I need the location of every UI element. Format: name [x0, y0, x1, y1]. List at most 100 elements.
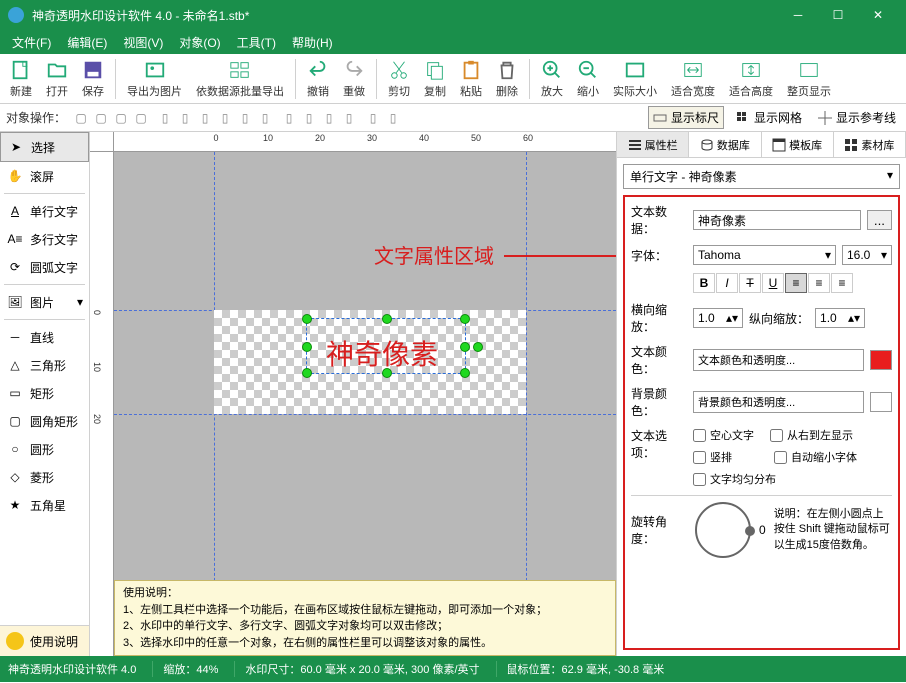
underline-button[interactable]: U [762, 273, 784, 293]
align-left-icon[interactable]: ▯ [156, 109, 174, 127]
menu-help[interactable]: 帮助(H) [284, 32, 341, 53]
line-tool[interactable]: ─直线 [0, 323, 89, 351]
ungroup-icon[interactable]: ▯ [384, 109, 402, 127]
help-button[interactable]: 使用说明 [0, 625, 89, 656]
textcolor-button[interactable]: 文本颜色和透明度... [693, 349, 864, 371]
hollow-text-check[interactable]: 空心文字 [693, 427, 754, 443]
layer-up-icon[interactable]: ▢ [72, 109, 90, 127]
fit-page-button[interactable]: 整页显示 [781, 57, 837, 101]
text-data-browse[interactable]: ... [867, 210, 892, 230]
vscale-input[interactable]: 1.0▴▾ [815, 308, 865, 328]
object-selector[interactable]: 单行文字 - 神奇像素▾ [623, 164, 900, 189]
open-button[interactable]: 打开 [40, 57, 74, 101]
fit-width-button[interactable]: 适合宽度 [665, 57, 721, 101]
resize-handle[interactable] [302, 368, 312, 378]
circle-tool[interactable]: ○圆形 [0, 435, 89, 463]
menu-edit[interactable]: 编辑(E) [59, 32, 115, 53]
font-select[interactable]: Tahoma▾ [693, 245, 836, 265]
cut-button[interactable]: 剪切 [382, 57, 416, 101]
align-right-button[interactable]: ≡ [831, 273, 853, 293]
align-right-icon[interactable]: ▯ [196, 109, 214, 127]
menu-object[interactable]: 对象(O) [171, 32, 228, 53]
star-tool[interactable]: ★五角星 [0, 491, 89, 519]
horizontal-ruler: 0 10 20 30 40 50 60 [114, 132, 616, 152]
resize-handle[interactable] [460, 342, 470, 352]
canvas-area[interactable]: 0 10 20 30 40 50 60 0 10 20 神奇像素 [90, 132, 616, 656]
selection-box[interactable] [306, 318, 466, 374]
align-bottom-icon[interactable]: ▯ [256, 109, 274, 127]
tab-database[interactable]: 数据库 [689, 132, 761, 157]
diamond-tool[interactable]: ◇菱形 [0, 463, 89, 491]
resize-handle[interactable] [382, 368, 392, 378]
pan-tool[interactable]: ✋滚屏 [0, 162, 89, 190]
align-center-icon[interactable]: ▯ [176, 109, 194, 127]
actual-size-button[interactable]: 实际大小 [607, 57, 663, 101]
bgcolor-button[interactable]: 背景颜色和透明度... [693, 391, 864, 413]
textcolor-swatch[interactable] [870, 350, 892, 370]
redo-button[interactable]: 重做 [337, 57, 371, 101]
menu-view[interactable]: 视图(V) [115, 32, 171, 53]
maximize-button[interactable]: ☐ [818, 0, 858, 30]
delete-button[interactable]: 删除 [490, 57, 524, 101]
tab-properties[interactable]: 属性栏 [617, 132, 689, 157]
batch-export-button[interactable]: 依数据源批量导出 [190, 57, 290, 101]
rect-tool[interactable]: ▭矩形 [0, 379, 89, 407]
rotate-handle[interactable] [473, 342, 483, 352]
single-text-tool[interactable]: A单行文字 [0, 197, 89, 225]
resize-handle[interactable] [382, 314, 392, 324]
zoom-in-button[interactable]: 放大 [535, 57, 569, 101]
fit-height-button[interactable]: 适合高度 [723, 57, 779, 101]
resize-handle[interactable] [460, 368, 470, 378]
multi-text-tool[interactable]: A≡多行文字 [0, 225, 89, 253]
layer-down-icon[interactable]: ▢ [92, 109, 110, 127]
align-left-button[interactable]: ≡ [785, 273, 807, 293]
show-ruler-toggle[interactable]: 显示标尺 [648, 106, 724, 129]
bold-button[interactable]: B [693, 273, 715, 293]
tab-assets[interactable]: 素材库 [834, 132, 906, 157]
rtl-check[interactable]: 从右到左显示 [770, 427, 853, 443]
distribute-h-icon[interactable]: ▯ [280, 109, 298, 127]
group-icon[interactable]: ▯ [364, 109, 382, 127]
align-top-icon[interactable]: ▯ [216, 109, 234, 127]
tab-templates[interactable]: 模板库 [762, 132, 834, 157]
align-middle-icon[interactable]: ▯ [236, 109, 254, 127]
copy-button[interactable]: 复制 [418, 57, 452, 101]
resize-handle[interactable] [302, 314, 312, 324]
resize-handle[interactable] [460, 314, 470, 324]
hscale-input[interactable]: 1.0▴▾ [693, 308, 743, 328]
new-button[interactable]: 新建 [4, 57, 38, 101]
undo-button[interactable]: 撤销 [301, 57, 335, 101]
italic-button[interactable]: I [716, 273, 738, 293]
show-grid-toggle[interactable]: 显示网格 [732, 107, 806, 128]
distribute-v-icon[interactable]: ▯ [300, 109, 318, 127]
autoshrink-check[interactable]: 自动缩小字体 [774, 449, 857, 465]
menu-tools[interactable]: 工具(T) [229, 32, 284, 53]
zoom-out-button[interactable]: 缩小 [571, 57, 605, 101]
strike-button[interactable]: T [739, 273, 761, 293]
paste-button[interactable]: 粘贴 [454, 57, 488, 101]
justify-check[interactable]: 文字均匀分布 [693, 471, 776, 487]
triangle-tool[interactable]: △三角形 [0, 351, 89, 379]
minimize-button[interactable]: ─ [778, 0, 818, 30]
same-width-icon[interactable]: ▯ [320, 109, 338, 127]
layer-bottom-icon[interactable]: ▢ [132, 109, 150, 127]
menu-file[interactable]: 文件(F) [4, 32, 59, 53]
show-guides-toggle[interactable]: 显示参考线 [814, 107, 900, 128]
vertical-check[interactable]: 竖排 [693, 449, 732, 465]
select-tool[interactable]: ➤选择 [0, 132, 89, 162]
resize-handle[interactable] [302, 342, 312, 352]
export-image-button[interactable]: 导出为图片 [121, 57, 188, 101]
font-size-input[interactable]: 16.0▾ [842, 245, 892, 265]
guide-line[interactable] [114, 414, 616, 415]
image-tool[interactable]: 🖼图片▾ [0, 288, 89, 316]
rotation-wheel[interactable] [695, 502, 751, 558]
arc-text-tool[interactable]: ⟳圆弧文字 [0, 253, 89, 281]
save-button[interactable]: 保存 [76, 57, 110, 101]
text-data-input[interactable] [693, 210, 861, 230]
same-height-icon[interactable]: ▯ [340, 109, 358, 127]
close-button[interactable]: ✕ [858, 0, 898, 30]
layer-top-icon[interactable]: ▢ [112, 109, 130, 127]
align-center-button[interactable]: ≡ [808, 273, 830, 293]
bgcolor-swatch[interactable] [870, 392, 892, 412]
roundrect-tool[interactable]: ▢圆角矩形 [0, 407, 89, 435]
